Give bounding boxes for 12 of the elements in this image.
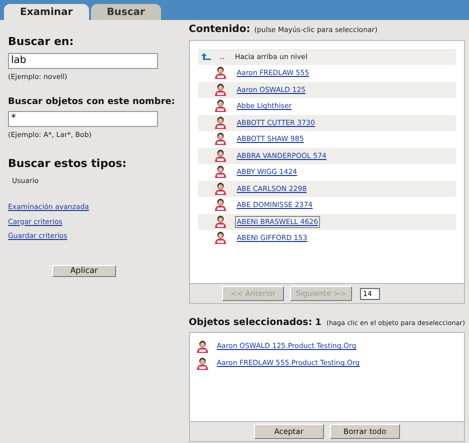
field-label: Buscar en:: [8, 34, 75, 50]
field-label: Buscar estos tipos:: [8, 156, 128, 172]
field-label: Buscar objetos con este nombre:: [8, 96, 176, 109]
apply-button[interactable]: Aplicar: [52, 264, 116, 276]
selected-count: 1: [315, 317, 322, 330]
search-in-field[interactable]: lab: [8, 52, 158, 68]
name-field[interactable]: *: [8, 110, 158, 126]
tab[interactable]: Examinar: [4, 4, 89, 20]
tab[interactable]: Buscar: [90, 4, 161, 20]
parent-dots: ..: [220, 51, 225, 63]
section-title: Contenido:: [188, 23, 250, 37]
section-title: Objetos seleccionados:: [188, 316, 312, 330]
